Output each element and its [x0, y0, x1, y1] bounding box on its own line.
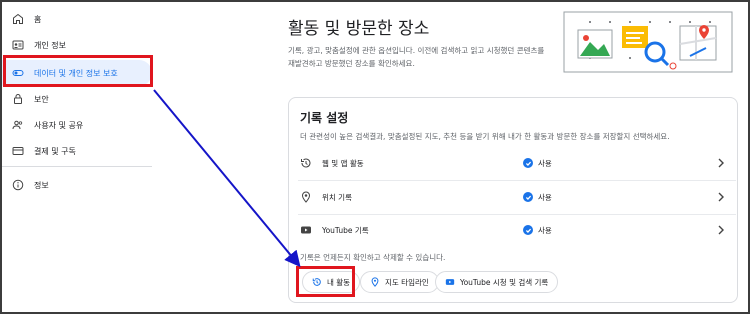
home-icon	[12, 13, 24, 25]
id-card-icon	[12, 39, 24, 51]
youtube-icon	[445, 279, 455, 285]
row-label: YouTube 기록	[322, 225, 369, 235]
settings-row-youtube-history[interactable]: YouTube 기록 사용	[298, 214, 736, 246]
activity-illustration	[563, 11, 733, 73]
location-pin-icon	[300, 191, 312, 203]
card-description: 더 관련성이 높은 검색결과, 맞춤설정된 지도, 추천 등을 받기 위해 내가…	[300, 132, 670, 141]
sidebar-item-label: 결제 및 구독	[34, 146, 76, 156]
sidebar-item-label: 정보	[34, 180, 49, 190]
settings-row-location-history[interactable]: 위치 기록 사용	[298, 181, 736, 213]
chevron-right-icon	[718, 192, 724, 202]
chevron-right-icon	[718, 225, 724, 235]
status-text: 사용	[538, 192, 552, 202]
sidebar-item-home[interactable]: 홈	[2, 6, 152, 32]
info-icon	[12, 179, 24, 191]
sidebar-item-label: 개인 정보	[34, 40, 66, 50]
youtube-history-button[interactable]: YouTube 시청 및 검색 기록	[435, 271, 559, 293]
sidebar-item-label: 보안	[34, 94, 49, 104]
check-circle-icon	[523, 225, 533, 235]
card-title: 기록 설정	[300, 111, 349, 125]
row-label: 위치 기록	[322, 192, 352, 202]
history-icon	[300, 157, 312, 169]
chip-label: YouTube 시청 및 검색 기록	[460, 277, 549, 287]
page-description: 기록, 광고, 맞춤설정에 관한 옵션입니다. 이전에 검색하고 읽고 시청했던…	[288, 46, 545, 68]
check-circle-icon	[523, 158, 533, 168]
sidebar-item-payments[interactable]: 결제 및 구독	[2, 138, 152, 164]
status-badge: 사용	[523, 192, 552, 203]
status-badge: 사용	[523, 225, 552, 236]
history-hint: 기록은 언제든지 확인하고 삭제할 수 있습니다.	[300, 253, 446, 262]
location-pin-icon	[371, 277, 379, 287]
status-badge: 사용	[523, 158, 552, 169]
lock-icon	[12, 93, 24, 105]
highlight-box-my-activity	[296, 266, 355, 297]
sidebar-item-security[interactable]: 보안	[2, 86, 152, 112]
chevron-right-icon	[718, 158, 724, 168]
status-text: 사용	[538, 158, 552, 168]
settings-row-web-app-activity[interactable]: 웹 및 앱 활동 사용	[298, 147, 736, 179]
status-text: 사용	[538, 225, 552, 235]
check-circle-icon	[523, 192, 533, 202]
maps-timeline-button[interactable]: 지도 타임라인	[360, 271, 439, 293]
page-title: 활동 및 방문한 장소	[288, 19, 430, 39]
sidebar-item-about[interactable]: 정보	[2, 172, 152, 198]
chip-label: 지도 타임라인	[385, 277, 429, 287]
sidebar-item-label: 사용자 및 공유	[34, 120, 84, 130]
row-label: 웹 및 앱 활동	[322, 158, 364, 168]
sidebar-divider	[2, 166, 152, 167]
highlight-box-sidebar	[3, 55, 153, 87]
sidebar-item-people-sharing[interactable]: 사용자 및 공유	[2, 112, 152, 138]
sidebar-item-label: 홈	[34, 14, 42, 24]
credit-card-icon	[12, 145, 24, 157]
youtube-icon	[300, 224, 312, 236]
sidebar: 홈 개인 정보 데이터 및 개인 정보 보호 보안 사용자 및 공유 결제 및 …	[2, 2, 154, 312]
people-icon	[12, 119, 24, 131]
